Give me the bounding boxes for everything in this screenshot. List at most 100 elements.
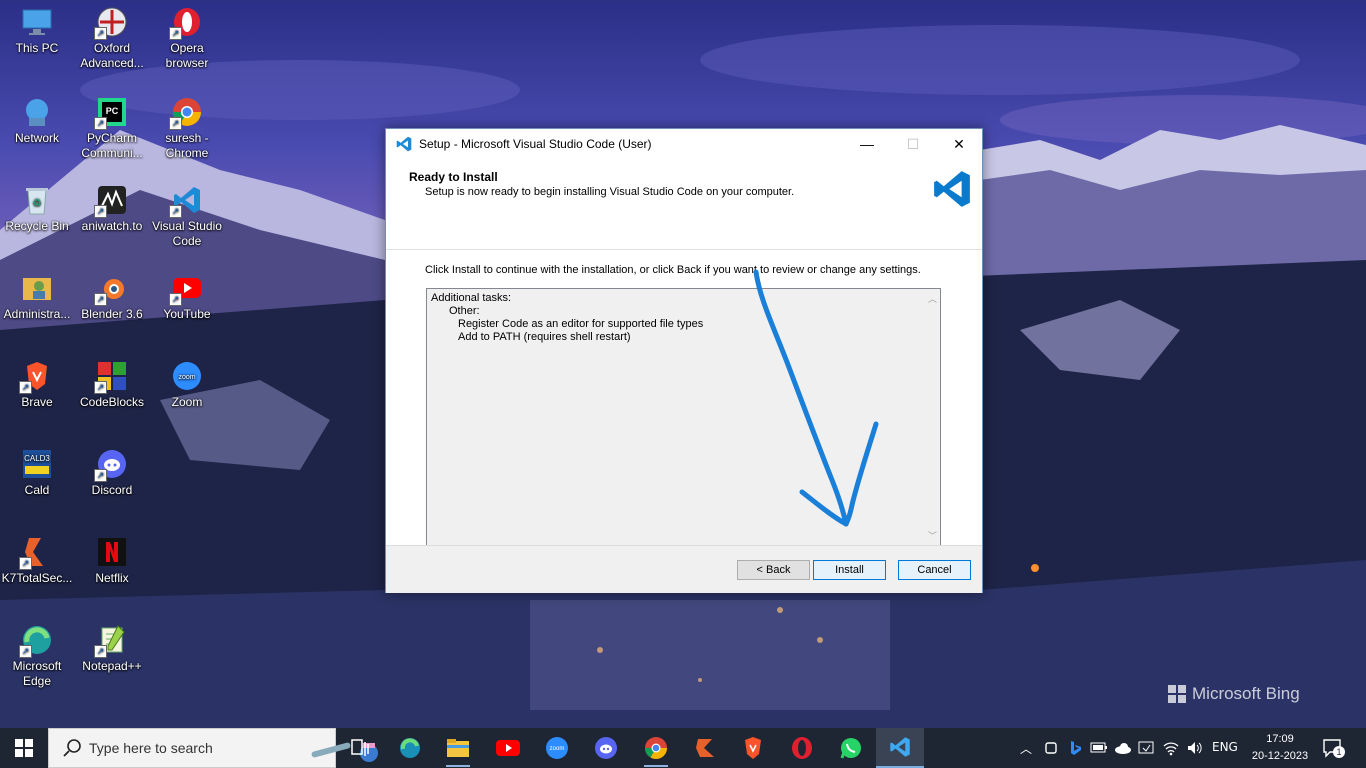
- svg-text:PC: PC: [106, 106, 119, 116]
- taskbar-edge[interactable]: [386, 728, 434, 768]
- desktop-icon-opera[interactable]: ↗ Opera browser: [150, 6, 224, 71]
- zoom-icon: zoom: [171, 360, 203, 392]
- close-button[interactable]: ✕: [936, 129, 982, 159]
- desktop-icon-administrator[interactable]: Administra...: [0, 272, 74, 322]
- volume-icon[interactable]: [1186, 740, 1204, 756]
- icon-label: This PC: [15, 41, 59, 55]
- start-button[interactable]: [0, 728, 48, 768]
- dialog-body: Click Install to continue with the insta…: [386, 250, 982, 562]
- desktop-icon-cald[interactable]: CALD3 Cald: [0, 448, 74, 498]
- desktop-icon-edge[interactable]: ↗ Microsoft Edge: [0, 624, 74, 689]
- vertical-scrollbar[interactable]: ︿ ﹀: [924, 289, 940, 545]
- install-button[interactable]: Install: [813, 560, 886, 580]
- clock[interactable]: 17:09 20-12-2023: [1248, 731, 1312, 765]
- taskbar-vscode[interactable]: [876, 728, 924, 768]
- k7-icon: ↗: [19, 536, 53, 570]
- taskbar-youtube[interactable]: [484, 728, 532, 768]
- desktop-icon-netflix[interactable]: Netflix: [75, 536, 149, 586]
- shortcut-arrow-icon: ↗: [94, 469, 107, 482]
- user-folder-icon: [21, 272, 53, 304]
- device-icon[interactable]: [1138, 740, 1154, 756]
- shortcut-arrow-icon: ↗: [94, 381, 107, 394]
- oxford-dictionary-icon: ↗: [94, 6, 128, 40]
- desktop-icon-chrome-profile[interactable]: ↗ suresh - Chrome: [150, 96, 224, 161]
- scroll-up-icon[interactable]: ︿: [928, 292, 937, 305]
- bing-icon[interactable]: [1068, 740, 1082, 756]
- desktop-icon-youtube[interactable]: ↗ YouTube: [150, 272, 224, 322]
- shortcut-arrow-icon: ↗: [94, 117, 107, 130]
- desktop-icon-blender[interactable]: ↗ Blender 3.6: [75, 272, 149, 322]
- windows-logo-icon: [15, 739, 33, 757]
- task-view-button[interactable]: [336, 728, 384, 768]
- youtube-icon: [496, 740, 520, 756]
- pycharm-icon: PC ↗: [94, 96, 128, 130]
- meet-now-icon[interactable]: [1044, 740, 1058, 756]
- onedrive-icon[interactable]: [1114, 741, 1132, 755]
- desktop-icon-oxford[interactable]: ↗ Oxford Advanced...: [75, 6, 149, 71]
- taskbar-opera[interactable]: [778, 728, 826, 768]
- taskbar-chrome[interactable]: [632, 728, 680, 768]
- recycle-bin-icon: ♻: [21, 184, 53, 216]
- shortcut-arrow-icon: ↗: [169, 205, 182, 218]
- shortcut-arrow-icon: ↗: [94, 293, 107, 306]
- edge-icon: [400, 738, 420, 758]
- icon-label: Oxford Advanced...: [80, 41, 144, 70]
- shortcut-arrow-icon: ↗: [94, 27, 107, 40]
- shortcut-arrow-icon: ↗: [19, 381, 32, 394]
- shortcut-arrow-icon: ↗: [94, 645, 107, 658]
- dialog-header: Ready to Install Setup is now ready to b…: [386, 159, 982, 250]
- clock-time: 17:09: [1266, 733, 1294, 745]
- desktop-icon-notepadpp[interactable]: ↗ Notepad++: [75, 624, 149, 674]
- this-pc-icon: [21, 6, 53, 38]
- icon-label: K7TotalSec...: [1, 571, 73, 585]
- cancel-button[interactable]: Cancel: [898, 560, 971, 580]
- icon-label: Visual Studio Code: [152, 219, 222, 248]
- desktop-icon-codeblocks[interactable]: ↗ CodeBlocks: [75, 360, 149, 410]
- shortcut-arrow-icon: ↗: [19, 557, 32, 570]
- discord-icon: [595, 737, 617, 759]
- desktop-icon-vscode[interactable]: ↗ Visual Studio Code: [150, 184, 224, 249]
- shortcut-arrow-icon: ↗: [169, 117, 182, 130]
- back-button[interactable]: < Back: [737, 560, 810, 580]
- desktop-icon-this-pc[interactable]: This PC: [0, 6, 74, 56]
- language-indicator[interactable]: ENG: [1212, 740, 1238, 754]
- desktop-icon-recycle-bin[interactable]: ♻ Recycle Bin: [0, 184, 74, 234]
- dialog-title: Setup - Microsoft Visual Studio Code (Us…: [419, 137, 652, 151]
- icon-label: Zoom: [171, 395, 203, 409]
- show-hidden-icons-icon[interactable]: ︿: [1020, 740, 1032, 757]
- taskbar-k7[interactable]: [681, 728, 729, 768]
- bing-logo-icon: [1168, 685, 1186, 703]
- minimize-button[interactable]: —: [844, 129, 890, 159]
- running-indicator: [644, 765, 668, 767]
- taskbar-file-explorer[interactable]: [434, 728, 482, 768]
- edge-icon: ↗: [19, 624, 53, 658]
- desktop-icon-k7[interactable]: ↗ K7TotalSec...: [0, 536, 74, 586]
- cald-icon: CALD3: [21, 448, 53, 480]
- wifi-icon[interactable]: [1162, 740, 1180, 756]
- vscode-logo-icon: [934, 171, 970, 207]
- dialog-titlebar[interactable]: Setup - Microsoft Visual Studio Code (Us…: [386, 129, 982, 159]
- shortcut-arrow-icon: ↗: [94, 205, 107, 218]
- desktop-icon-aniwatch[interactable]: ↗ aniwatch.to: [75, 184, 149, 234]
- notepad-plus-plus-icon: ↗: [94, 624, 128, 658]
- desktop-icon-zoom[interactable]: zoom Zoom: [150, 360, 224, 410]
- battery-icon[interactable]: [1090, 741, 1108, 755]
- dialog-footer: < Back Install Cancel: [386, 545, 982, 593]
- taskbar-brave[interactable]: [729, 728, 777, 768]
- discord-icon: ↗: [94, 448, 128, 482]
- desktop-icon-pycharm[interactable]: PC ↗ PyCharm Communi...: [75, 96, 149, 161]
- taskbar-whatsapp[interactable]: [827, 728, 875, 768]
- notification-center-button[interactable]: 1: [1322, 738, 1345, 762]
- desktop-icon-network[interactable]: Network: [0, 96, 74, 146]
- desktop-icon-brave[interactable]: ↗ Brave: [0, 360, 74, 410]
- taskbar-search-box[interactable]: Type here to search: [48, 728, 378, 768]
- zoom-icon: zoom: [546, 737, 568, 759]
- blender-icon: ↗: [94, 272, 128, 306]
- ready-memo[interactable]: Additional tasks: Other: Register Code a…: [426, 288, 941, 562]
- taskbar-discord[interactable]: [582, 728, 630, 768]
- desktop-icon-discord[interactable]: ↗ Discord: [75, 448, 149, 498]
- taskbar-zoom[interactable]: zoom: [533, 728, 581, 768]
- task-view-icon: [351, 739, 369, 756]
- scroll-down-icon[interactable]: ﹀: [928, 529, 937, 542]
- whatsapp-icon: [840, 738, 861, 759]
